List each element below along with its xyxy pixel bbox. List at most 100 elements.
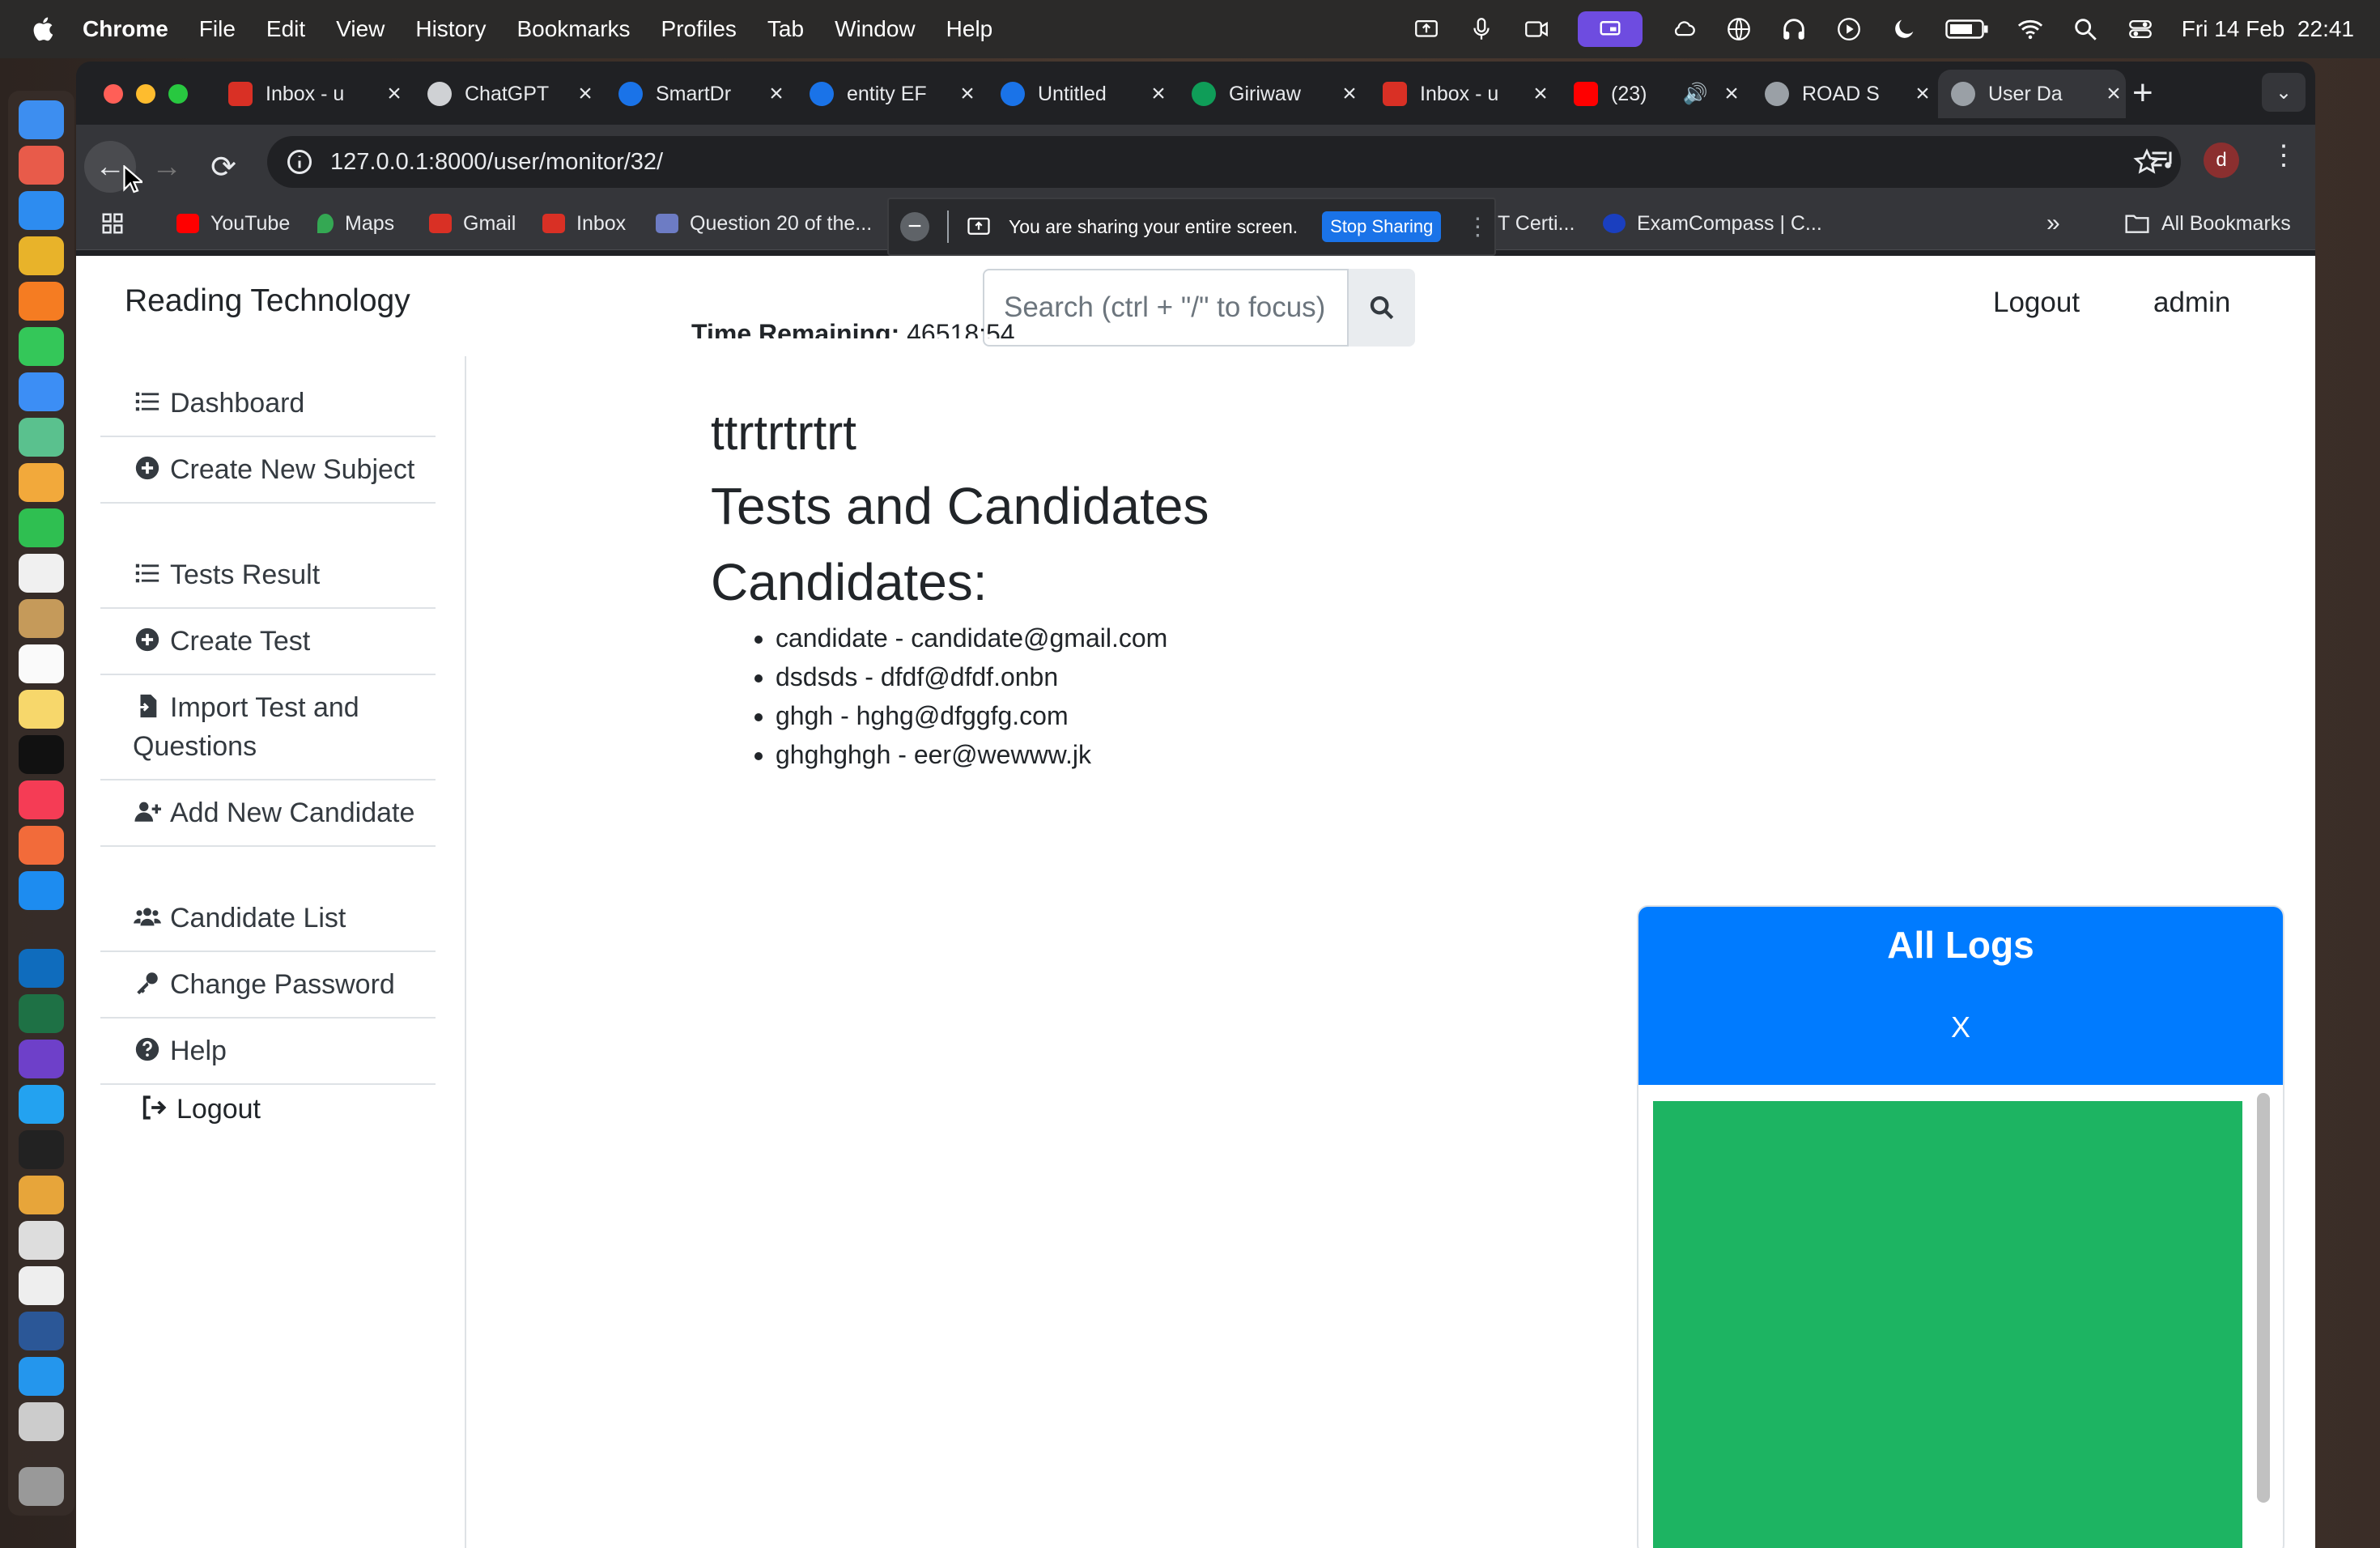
dock-script-editor-icon[interactable] (19, 1221, 64, 1260)
tab-road[interactable]: ROAD S × (1765, 70, 1935, 118)
dock-app-store-icon[interactable] (19, 871, 64, 910)
dock-docker-icon[interactable] (19, 1357, 64, 1396)
media-controls-icon[interactable] (2148, 146, 2178, 175)
dock-trash-icon[interactable] (19, 1467, 64, 1506)
bookmark-question-20[interactable]: Question 20 of the... (656, 209, 872, 238)
menu-history[interactable]: History (415, 16, 486, 42)
bookmark-inbox[interactable]: Inbox (542, 209, 626, 238)
dock-slack-icon[interactable] (19, 1176, 64, 1214)
dock-tv-icon[interactable] (19, 735, 64, 774)
search-button[interactable] (1349, 269, 1415, 347)
dock-excel-icon[interactable] (19, 994, 64, 1033)
dock-photos-icon[interactable] (19, 463, 64, 502)
tab-youtube[interactable]: (23) 🔊 × (1574, 70, 1744, 118)
speaker-icon[interactable]: 🔊 (1683, 83, 1708, 106)
dock-calendar-icon[interactable] (19, 554, 64, 593)
close-tab-icon[interactable]: × (1146, 80, 1171, 108)
dock-maps-icon[interactable] (19, 418, 64, 457)
close-tab-icon[interactable]: × (2102, 80, 2126, 108)
close-tab-icon[interactable]: × (573, 80, 597, 108)
sidebar-item-create-test[interactable]: Create Test (100, 609, 436, 675)
dock-finder-icon[interactable] (19, 100, 64, 139)
menu-bookmarks[interactable]: Bookmarks (516, 16, 630, 42)
spotlight-search-icon[interactable] (2072, 15, 2099, 43)
close-tab-icon[interactable]: × (1528, 80, 1553, 108)
dock-messages-icon[interactable] (19, 327, 64, 366)
dock-outlook-icon[interactable] (19, 949, 64, 988)
close-tab-icon[interactable]: × (1337, 80, 1362, 108)
tab-gmail-2[interactable]: Inbox - u × (1383, 70, 1553, 118)
sidebar-item-tests-result[interactable]: Tests Result (100, 542, 436, 609)
dock-textedit-icon[interactable] (19, 1266, 64, 1305)
close-tab-icon[interactable]: × (1719, 80, 1744, 108)
dock-podcasts-icon[interactable] (19, 826, 64, 865)
sidebar-item-logout[interactable]: Logout (100, 1077, 436, 1142)
menu-tab[interactable]: Tab (767, 16, 804, 42)
moon-icon[interactable] (1890, 15, 1918, 43)
dock-notes-icon[interactable] (19, 599, 64, 638)
dock-terminal-icon[interactable] (19, 1130, 64, 1169)
bookmark-gmail[interactable]: Gmail (429, 209, 516, 238)
dock-database-icon[interactable] (19, 1402, 64, 1441)
profile-avatar[interactable]: d (2204, 142, 2239, 178)
control-center-icon[interactable] (2127, 15, 2154, 43)
tab-smartdr[interactable]: SmartDr × (618, 70, 788, 118)
sidebar-item-dashboard[interactable]: Dashboard (100, 371, 436, 437)
sidebar-item-import-test[interactable]: Import Test and Questions (100, 675, 436, 780)
tab-search-button[interactable]: ⌄ (2262, 73, 2306, 112)
close-tab-icon[interactable]: × (1910, 80, 1935, 108)
navbar-logout-link[interactable]: Logout (1993, 287, 2080, 319)
headphones-icon[interactable] (1780, 15, 1808, 43)
bookmark-certi[interactable]: T Certi... (1498, 209, 1575, 238)
dock-firefox-icon[interactable] (19, 282, 64, 321)
tab-entity[interactable]: entity EF × (810, 70, 980, 118)
tab-giriwaw[interactable]: Giriwaw × (1192, 70, 1362, 118)
apple-icon[interactable] (31, 15, 58, 43)
dock-facetime-icon[interactable] (19, 508, 64, 547)
bookmarks-overflow-button[interactable]: » (2046, 209, 2060, 238)
site-brand[interactable]: Reading Technology (125, 283, 410, 319)
menu-window[interactable]: Window (835, 16, 916, 42)
minimize-window-button[interactable] (136, 84, 155, 104)
weather-icon[interactable] (1670, 15, 1698, 43)
screen-share-status-icon[interactable] (1413, 15, 1440, 43)
address-bar[interactable]: 127.0.0.1:8000/user/monitor/32/ (267, 136, 2181, 188)
menu-app-name[interactable]: Chrome (83, 16, 168, 42)
all-bookmarks-button[interactable]: All Bookmarks (2124, 209, 2291, 238)
logs-close-button[interactable]: X (1638, 1010, 2283, 1044)
maximize-window-button[interactable] (168, 84, 188, 104)
drag-handle-icon[interactable]: ⋮ (1465, 213, 1490, 241)
close-tab-icon[interactable]: × (764, 80, 788, 108)
menu-help[interactable]: Help (946, 16, 993, 42)
camera-icon[interactable] (1523, 15, 1550, 43)
chrome-menu-icon[interactable]: ⋮ (2270, 139, 2297, 172)
bookmark-examcompass[interactable]: ExamCompass | C... (1603, 209, 1822, 238)
dock-safari-icon[interactable] (19, 191, 64, 230)
dock-mail-icon[interactable] (19, 372, 64, 411)
dock-word-icon[interactable] (19, 1312, 64, 1350)
dock-vscode-icon[interactable] (19, 1085, 64, 1124)
menu-clock[interactable]: Fri 14 Feb 22:41 (2182, 16, 2354, 42)
menu-edit[interactable]: Edit (266, 16, 305, 42)
sidebar-item-help[interactable]: Help (100, 1019, 436, 1085)
dock-chrome-icon[interactable] (19, 236, 64, 275)
dock-launchpad-icon[interactable] (19, 146, 64, 185)
search-input[interactable]: Search (ctrl + "/" to focus) (983, 269, 1349, 347)
sidebar-item-candidate-list[interactable]: Candidate List (100, 886, 436, 952)
bookmark-youtube[interactable]: YouTube (176, 209, 290, 238)
stop-sharing-button[interactable]: Stop Sharing (1322, 211, 1442, 242)
close-window-button[interactable] (104, 84, 123, 104)
microphone-icon[interactable] (1468, 15, 1495, 43)
sidebar-item-change-password[interactable]: Change Password (100, 952, 436, 1019)
dock-reminders-icon[interactable] (19, 644, 64, 683)
sidebar-item-create-subject[interactable]: Create New Subject (100, 437, 436, 504)
close-tab-icon[interactable]: × (382, 80, 406, 108)
forward-button[interactable]: → (141, 141, 193, 193)
wifi-icon[interactable] (2017, 15, 2044, 43)
bookmark-maps[interactable]: Maps (317, 209, 394, 238)
url-text[interactable]: 127.0.0.1:8000/user/monitor/32/ (330, 149, 663, 176)
site-info-icon[interactable] (285, 147, 314, 176)
navbar-user-link[interactable]: admin (2153, 287, 2230, 319)
tab-untitled[interactable]: Untitled × (1001, 70, 1171, 118)
close-tab-icon[interactable]: × (955, 80, 980, 108)
